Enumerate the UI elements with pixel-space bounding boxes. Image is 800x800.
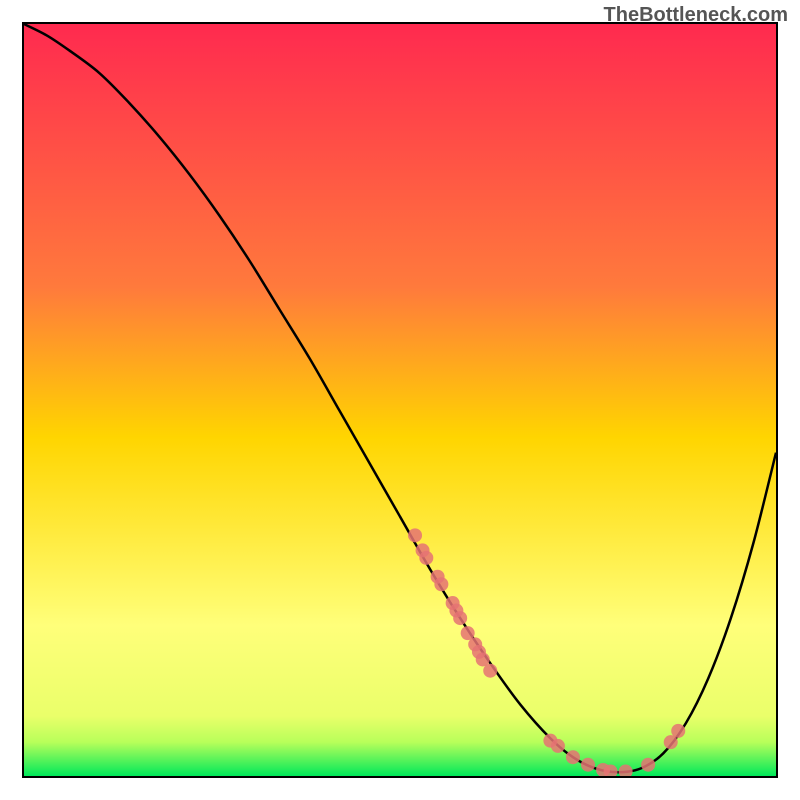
data-point (551, 739, 565, 753)
data-point (641, 758, 655, 772)
data-point (434, 577, 448, 591)
data-point (408, 528, 422, 542)
chart-svg (24, 24, 776, 776)
data-point (419, 551, 433, 565)
data-point (566, 750, 580, 764)
data-point (453, 611, 467, 625)
chart-container: TheBottleneck.com (0, 0, 800, 800)
watermark-label: TheBottleneck.com (604, 4, 788, 27)
plot-area (22, 22, 778, 778)
data-point (483, 664, 497, 678)
gradient-background (24, 24, 776, 776)
data-point (671, 724, 685, 738)
data-point (581, 758, 595, 772)
